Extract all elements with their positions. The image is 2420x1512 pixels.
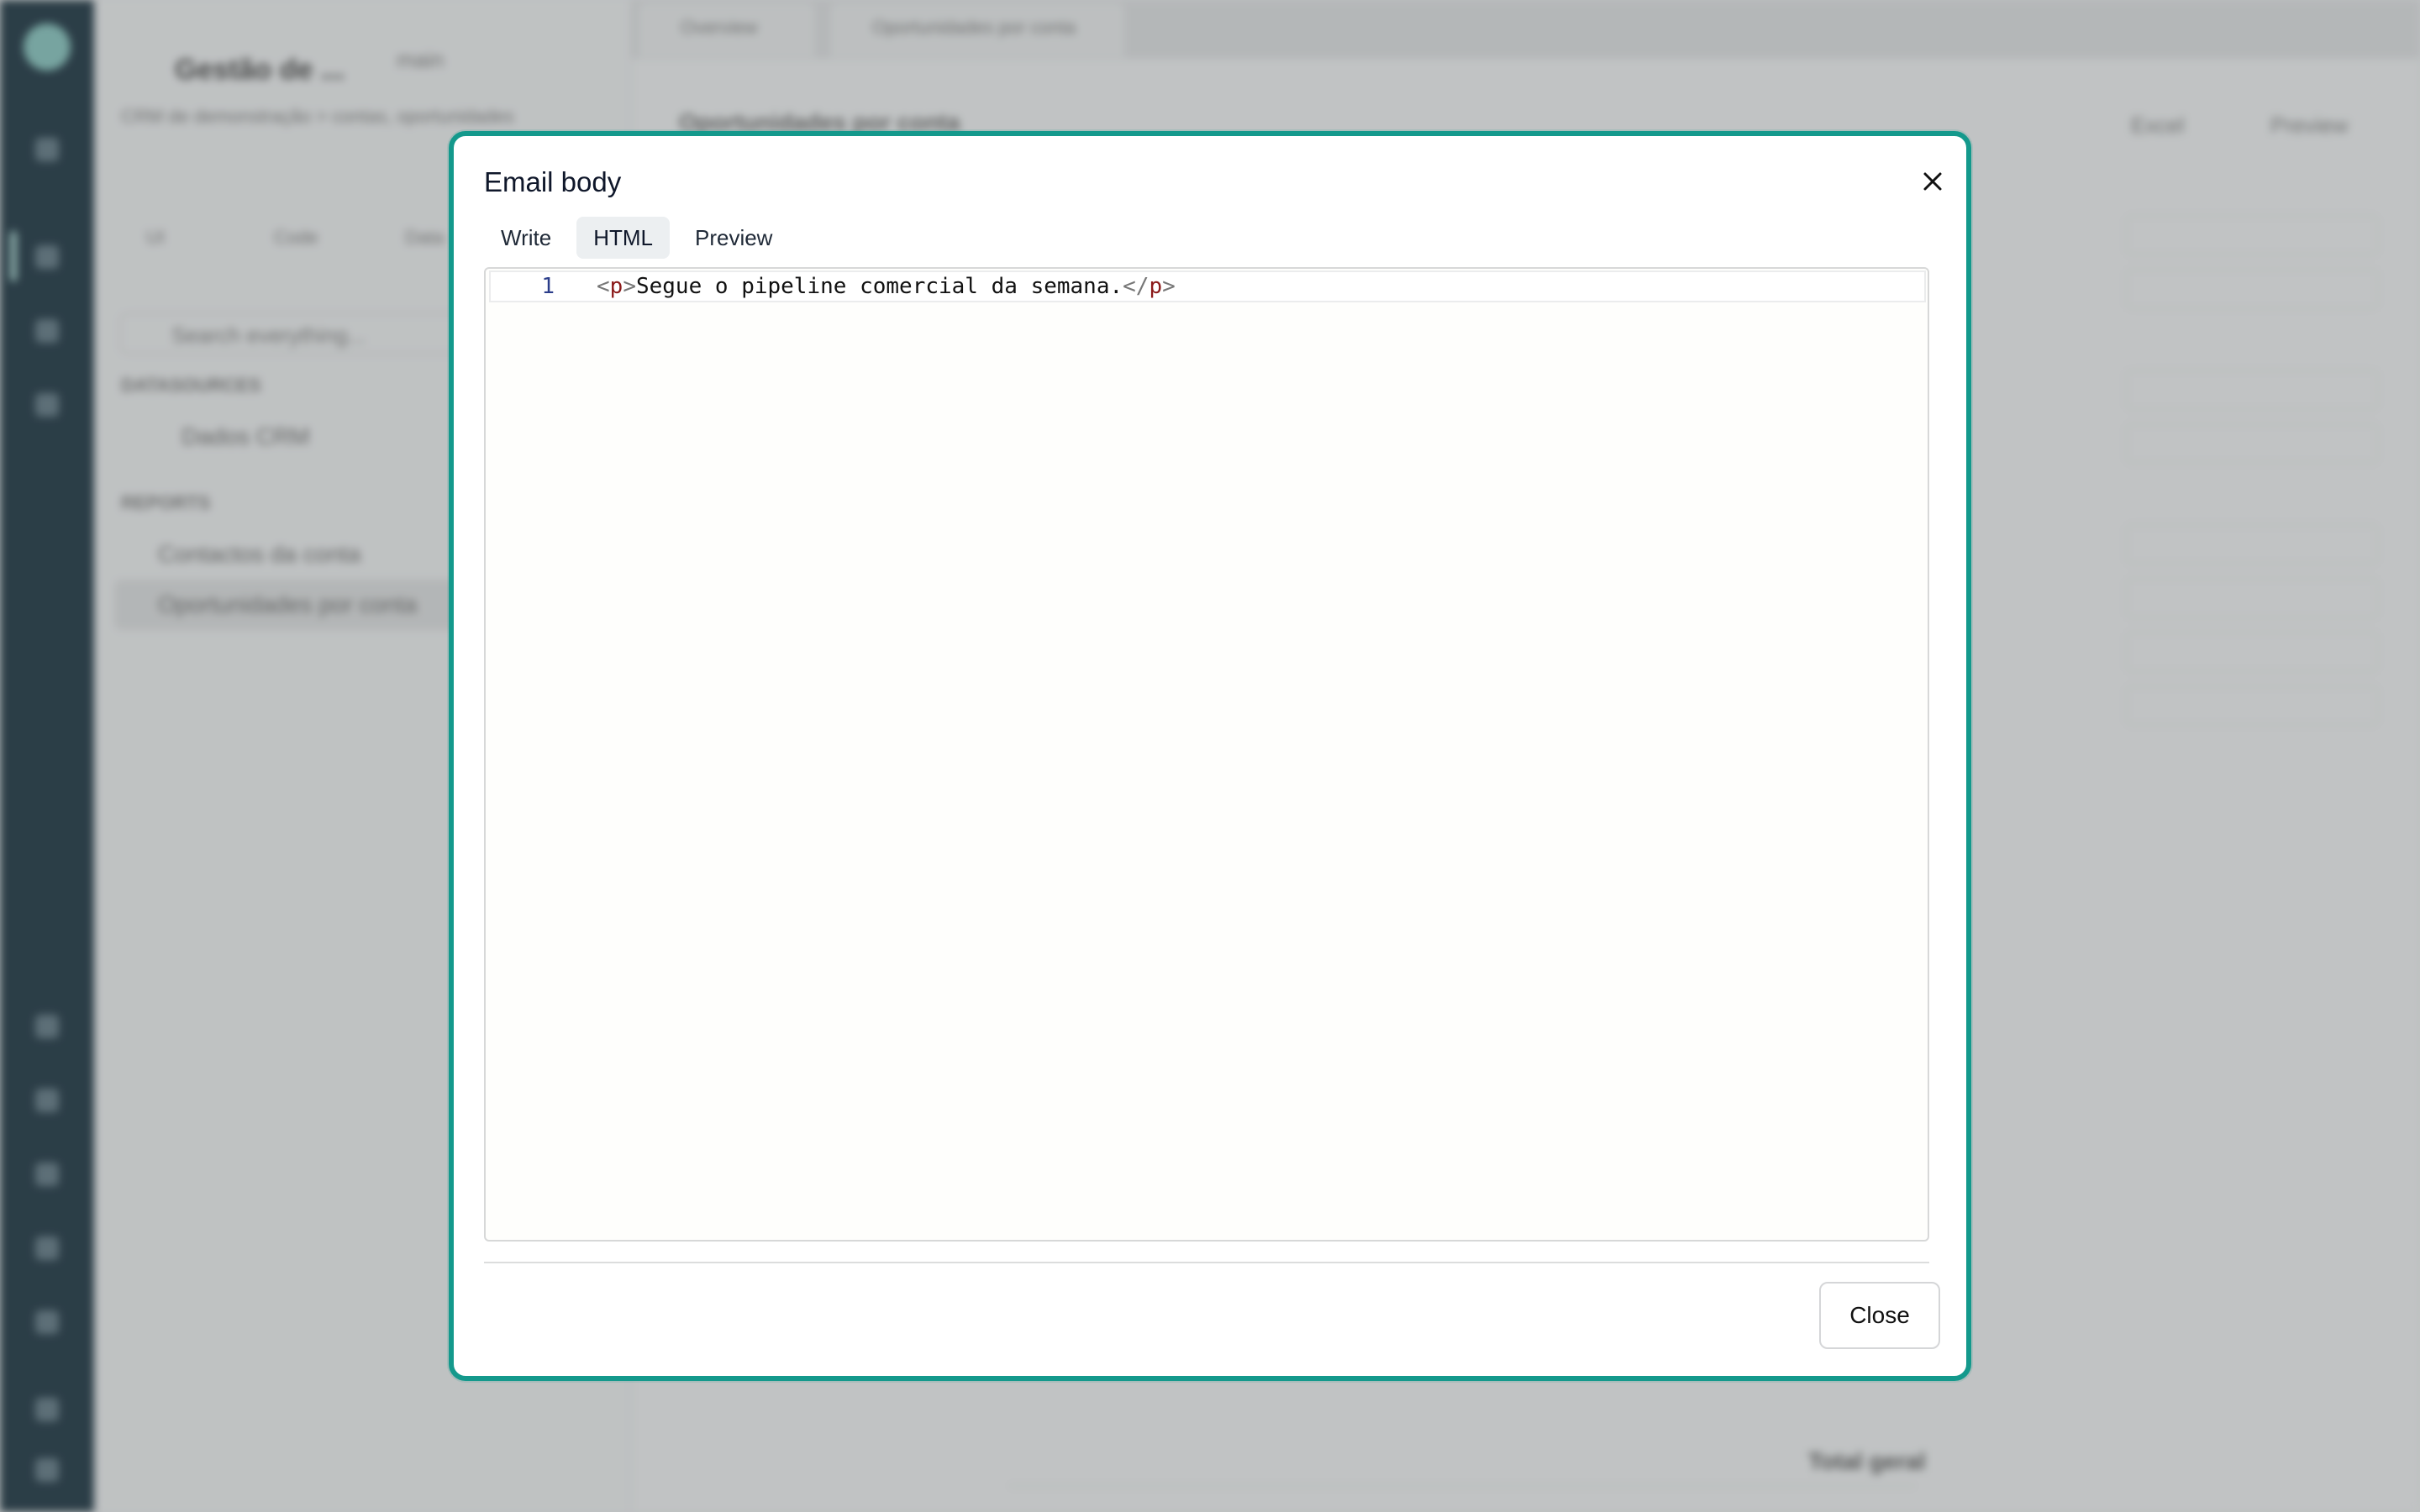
line-number: 1: [541, 274, 555, 299]
tab-html[interactable]: HTML: [576, 217, 670, 259]
code-bracket: </: [1123, 274, 1150, 299]
editor-mode-tabs: Write HTML Preview: [484, 217, 789, 259]
code-bracket: >: [1162, 274, 1176, 299]
email-body-dialog: Email body Write HTML Preview 1 <p>Segue…: [449, 131, 1971, 1381]
close-button[interactable]: Close: [1819, 1282, 1940, 1349]
code-line[interactable]: 1 <p>Segue o pipeline comercial da seman…: [489, 270, 1926, 302]
code-content[interactable]: <p>Segue o pipeline comercial da semana.…: [597, 272, 1176, 301]
footer-divider: [484, 1262, 1929, 1263]
tab-write[interactable]: Write: [484, 217, 568, 259]
code-bracket: >: [623, 274, 636, 299]
tab-preview[interactable]: Preview: [678, 217, 789, 259]
code-text: Segue o pipeline comercial da semana.: [635, 274, 1123, 299]
code-tag-name: p: [1149, 274, 1163, 299]
code-bracket: <: [597, 274, 610, 299]
code-tag-name: p: [609, 274, 623, 299]
close-icon[interactable]: [1912, 161, 1953, 202]
dialog-title: Email body: [484, 166, 622, 197]
html-code-editor[interactable]: 1 <p>Segue o pipeline comercial da seman…: [484, 267, 1929, 1242]
